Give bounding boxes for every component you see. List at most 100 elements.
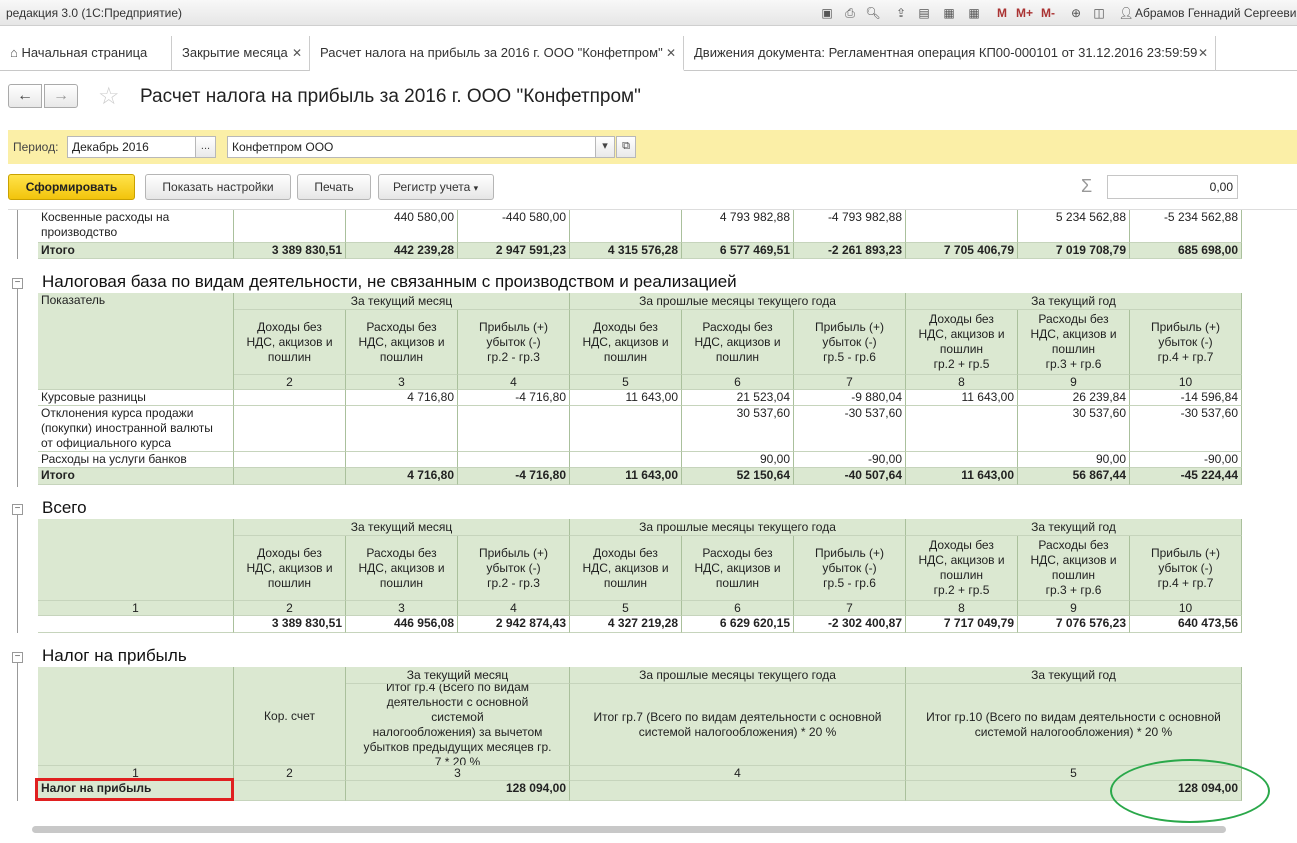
row-label: Курсовые разницы <box>38 390 234 406</box>
close-icon[interactable]: ✕ <box>666 36 676 70</box>
column-header: Расходы без НДС, акцизов и пошлин гр.3 +… <box>1018 536 1130 601</box>
table-cell <box>346 406 458 452</box>
table-cell: -4 716,80 <box>458 468 570 485</box>
preview-icon[interactable]: 🔍︎ <box>865 5 881 21</box>
table-cell <box>234 468 346 485</box>
close-icon[interactable]: ✕ <box>1198 36 1208 70</box>
table-cell: 7 717 049,79 <box>906 616 1018 633</box>
column-header: Расходы без НДС, акцизов и пошлин <box>346 536 458 601</box>
table-cell: 4 716,80 <box>346 390 458 406</box>
tab-month-close[interactable]: Закрытие месяца ✕ <box>172 36 310 71</box>
table-cell: 11 643,00 <box>570 468 682 485</box>
column-number: 9 <box>1018 601 1130 616</box>
tree-line <box>17 663 18 801</box>
column-header: Расходы без НДС, акцизов и пошлин <box>682 536 794 601</box>
table-cell: 5 234 562,88 <box>1018 210 1130 243</box>
memory-m-button[interactable]: M <box>997 5 1007 21</box>
show-settings-button[interactable]: Показать настройки <box>145 174 291 200</box>
table-cell: -4 716,80 <box>458 390 570 406</box>
panels-icon[interactable]: ◫ <box>1091 5 1107 21</box>
column-number: 10 <box>1130 601 1242 616</box>
table-cell: 7 705 406,79 <box>906 243 1018 259</box>
table-cell <box>458 406 570 452</box>
table-cell: 440 580,00 <box>346 210 458 243</box>
calculator-icon[interactable]: ▦ <box>941 5 957 21</box>
table-cell <box>570 406 682 452</box>
app-title: редакция 3.0 (1С:Предприятие) <box>6 6 183 20</box>
column-group-header: За прошлые месяцы текущего года <box>570 519 906 536</box>
collapse-icon[interactable]: − <box>12 278 23 289</box>
row-header <box>38 667 234 766</box>
open-icon[interactable]: ⧉ <box>616 136 636 158</box>
column-number: 8 <box>906 601 1018 616</box>
table-cell <box>906 210 1018 243</box>
upload-icon[interactable]: ⇪ <box>893 5 909 21</box>
home-icon: ⌂ <box>10 45 22 60</box>
sigma-icon: Σ <box>1081 176 1093 196</box>
report-spreadsheet[interactable]: Косвенные расходы на производство 440 580… <box>8 209 1297 829</box>
user-name[interactable]: Абрамов Геннадий Сергеевич <box>1135 6 1297 20</box>
column-group-header: За прошлые месяцы текущего года <box>570 293 906 310</box>
memory-minus-button[interactable]: M- <box>1041 5 1055 21</box>
row-header <box>38 519 234 601</box>
tab-home[interactable]: ⌂ Начальная страница <box>0 36 172 71</box>
clipboard-icon[interactable]: ▤ <box>916 5 932 21</box>
print-icon[interactable]: ⎙ <box>842 5 858 21</box>
column-number: 4 <box>458 375 570 390</box>
tab-document-movements[interactable]: Движения документа: Регламентная операци… <box>684 36 1216 71</box>
table-cell: -90,00 <box>794 452 906 468</box>
column-header: Прибыль (+) убыток (-) гр.2 - гр.3 <box>458 536 570 601</box>
table-cell: 640 473,56 <box>1130 616 1242 633</box>
table-cell: -30 537,60 <box>1130 406 1242 452</box>
column-number: 3 <box>346 601 458 616</box>
forward-button[interactable]: → <box>44 84 78 108</box>
column-header: Прибыль (+) убыток (-) гр.4 + гр.7 <box>1130 536 1242 601</box>
table-cell: -45 224,44 <box>1130 468 1242 485</box>
back-button[interactable]: ← <box>8 84 42 108</box>
column-number: 6 <box>682 601 794 616</box>
tab-bar: ⌂ Начальная страница Закрытие месяца ✕ Ра… <box>0 36 1297 71</box>
table-cell: 11 643,00 <box>906 390 1018 406</box>
print-button[interactable]: Печать <box>297 174 371 200</box>
row-label: Косвенные расходы на производство <box>38 210 234 243</box>
generate-button[interactable]: Сформировать <box>8 174 135 200</box>
table-cell: 2 947 591,23 <box>458 243 570 259</box>
table-cell: -5 234 562,88 <box>1130 210 1242 243</box>
zoom-icon[interactable]: ⊕ <box>1068 5 1084 21</box>
column-number: 4 <box>458 601 570 616</box>
calendar-icon[interactable]: ▦ <box>966 5 982 21</box>
table-cell <box>234 781 346 801</box>
column-header: Итог гр.10 (Всего по видам деятельности … <box>906 684 1242 766</box>
column-group-header: За текущий месяц <box>346 667 570 684</box>
column-number: 7 <box>794 601 906 616</box>
close-icon[interactable]: ✕ <box>292 36 302 70</box>
column-number: 1 <box>38 601 234 616</box>
table-cell: -2 261 893,23 <box>794 243 906 259</box>
collapse-icon[interactable]: − <box>12 504 23 515</box>
star-icon[interactable]: ☆ <box>98 82 120 111</box>
table-cell: 442 239,28 <box>346 243 458 259</box>
row-label: Отклонения курса продажи (покупки) иност… <box>38 406 234 452</box>
table-cell <box>234 452 346 468</box>
save-icon[interactable]: ▣ <box>819 5 835 21</box>
register-button[interactable]: Регистр учета ▾ <box>378 174 494 200</box>
table-cell: -90,00 <box>1130 452 1242 468</box>
user-icon: 👤︎ <box>1118 6 1134 20</box>
table-cell: 2 942 874,43 <box>458 616 570 633</box>
section-title: Всего <box>42 498 87 517</box>
horizontal-scrollbar[interactable] <box>32 826 1226 833</box>
dropdown-arrow-icon[interactable]: ▾ <box>595 136 615 158</box>
table-cell: 90,00 <box>682 452 794 468</box>
period-select-button[interactable]: ... <box>195 136 216 158</box>
table-cell <box>234 390 346 406</box>
section-title: Налог на прибыль <box>42 646 187 665</box>
memory-plus-button[interactable]: M+ <box>1016 5 1033 21</box>
organization-input[interactable]: Конфетпром ООО <box>227 136 596 158</box>
collapse-icon[interactable]: − <box>12 652 23 663</box>
column-number: 6 <box>682 375 794 390</box>
column-header: Расходы без НДС, акцизов и пошлин гр.3 +… <box>1018 310 1130 375</box>
period-input[interactable]: Декабрь 2016 <box>67 136 196 158</box>
table-cell: 4 716,80 <box>346 468 458 485</box>
tab-profit-tax[interactable]: Расчет налога на прибыль за 2016 г. ООО … <box>310 36 684 71</box>
table-cell: -9 880,04 <box>794 390 906 406</box>
